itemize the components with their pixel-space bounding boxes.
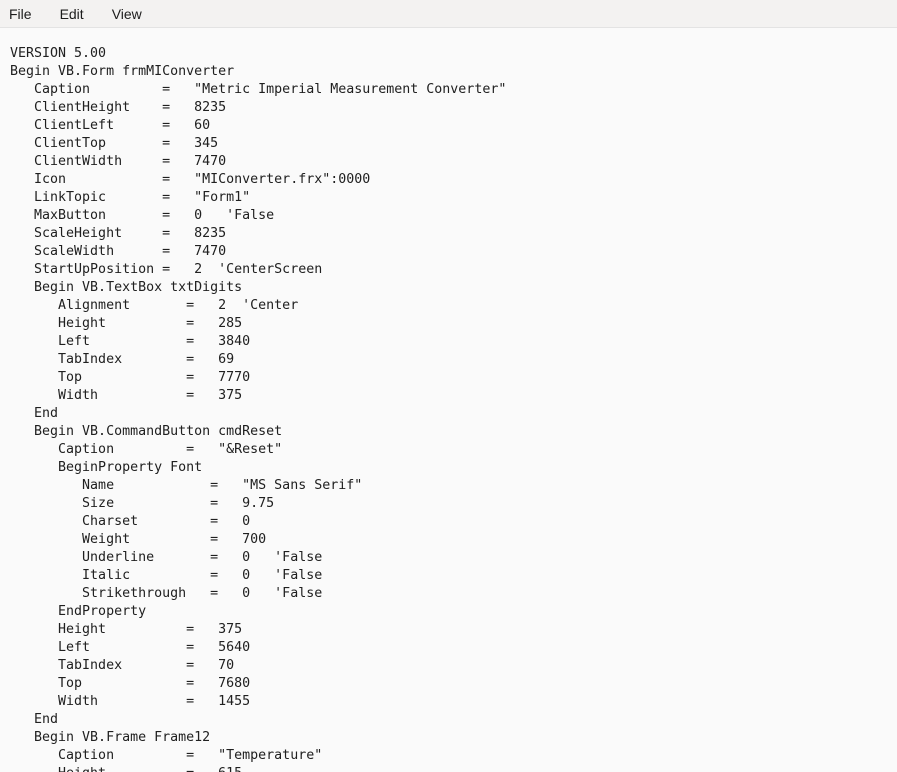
code-line: Caption = "Metric Imperial Measurement C… (10, 81, 897, 99)
code-line: Underline = 0 'False (10, 549, 897, 567)
menu-bar: File Edit View (0, 0, 897, 28)
code-line: Begin VB.Form frmMIConverter (10, 63, 897, 81)
code-line: ClientHeight = 8235 (10, 99, 897, 117)
notepad-window: File Edit View VERSION 5.00Begin VB.Form… (0, 0, 897, 772)
code-line: Strikethrough = 0 'False (10, 585, 897, 603)
menu-item-file[interactable]: File (0, 1, 41, 27)
code-line: Height = 375 (10, 621, 897, 639)
code-line: Icon = "MIConverter.frx":0000 (10, 171, 897, 189)
code-line: ClientLeft = 60 (10, 117, 897, 135)
code-line: EndProperty (10, 603, 897, 621)
code-line: BeginProperty Font (10, 459, 897, 477)
menu-item-edit[interactable]: Edit (51, 1, 93, 27)
code-line: MaxButton = 0 'False (10, 207, 897, 225)
code-line: Weight = 700 (10, 531, 897, 549)
code-line: Charset = 0 (10, 513, 897, 531)
code-line: Top = 7680 (10, 675, 897, 693)
text-editor-area[interactable]: VERSION 5.00Begin VB.Form frmMIConverter… (0, 28, 897, 772)
code-line: End (10, 405, 897, 423)
code-line: ClientWidth = 7470 (10, 153, 897, 171)
code-line: VERSION 5.00 (10, 45, 897, 63)
code-line: ScaleWidth = 7470 (10, 243, 897, 261)
code-line: ScaleHeight = 8235 (10, 225, 897, 243)
code-line: Left = 3840 (10, 333, 897, 351)
code-line: Left = 5640 (10, 639, 897, 657)
code-line: Begin VB.CommandButton cmdReset (10, 423, 897, 441)
code-line: Italic = 0 'False (10, 567, 897, 585)
code-line: Height = 285 (10, 315, 897, 333)
code-line: StartUpPosition = 2 'CenterScreen (10, 261, 897, 279)
code-line: Width = 1455 (10, 693, 897, 711)
code-line: LinkTopic = "Form1" (10, 189, 897, 207)
code-line: Alignment = 2 'Center (10, 297, 897, 315)
code-line: Height = 615 (10, 765, 897, 772)
code-line: Width = 375 (10, 387, 897, 405)
code-line: End (10, 711, 897, 729)
code-line: ClientTop = 345 (10, 135, 897, 153)
code-line: TabIndex = 69 (10, 351, 897, 369)
code-line: Caption = "Temperature" (10, 747, 897, 765)
menu-item-view[interactable]: View (103, 1, 151, 27)
code-line: Top = 7770 (10, 369, 897, 387)
code-line: TabIndex = 70 (10, 657, 897, 675)
code-line: Name = "MS Sans Serif" (10, 477, 897, 495)
code-line: Begin VB.TextBox txtDigits (10, 279, 897, 297)
code-line: Size = 9.75 (10, 495, 897, 513)
code-line: Caption = "&Reset" (10, 441, 897, 459)
code-line: Begin VB.Frame Frame12 (10, 729, 897, 747)
